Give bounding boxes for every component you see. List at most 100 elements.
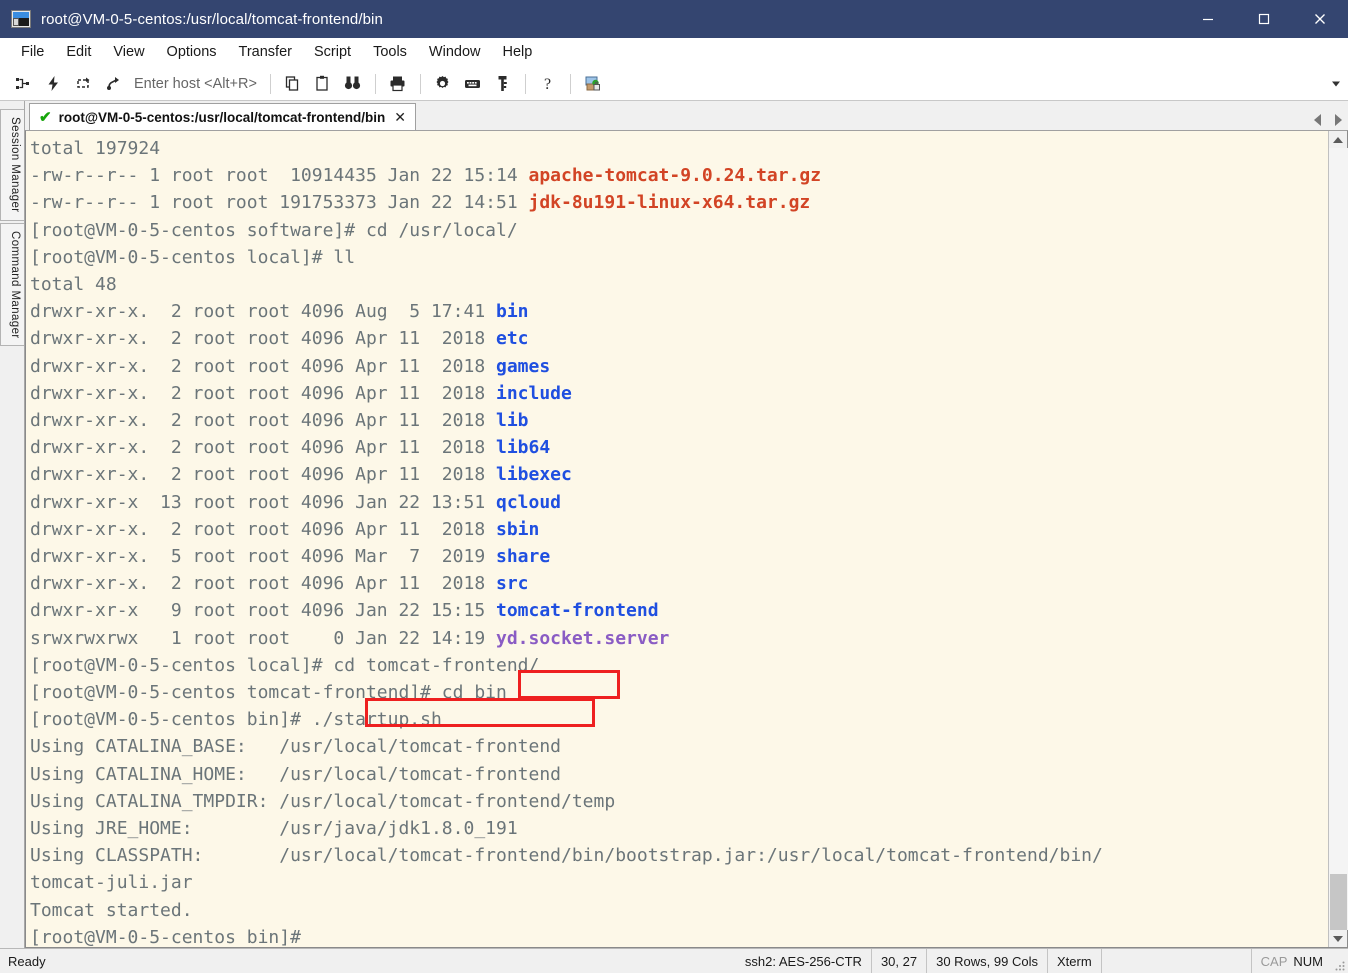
terminal-text: [root@VM-0-5-centos bin]# bbox=[30, 926, 301, 947]
key-icon[interactable] bbox=[488, 69, 518, 99]
sidebar-item-command-manager[interactable]: Command Manager bbox=[0, 222, 24, 347]
terminal-text: lib bbox=[496, 410, 529, 432]
terminal-text: apache-tomcat-9.0.24.tar.gz bbox=[528, 165, 822, 187]
session-options-icon[interactable] bbox=[578, 69, 608, 99]
menu-view[interactable]: View bbox=[102, 42, 155, 63]
menu-edit[interactable]: Edit bbox=[55, 42, 102, 63]
terminal-text: yd.socket.server bbox=[496, 627, 670, 649]
connect-icon[interactable] bbox=[8, 69, 38, 99]
maximize-button[interactable] bbox=[1236, 0, 1292, 38]
terminal-scrollbar[interactable] bbox=[1328, 131, 1348, 947]
menu-tools[interactable]: Tools bbox=[362, 42, 418, 63]
terminal-line: -rw-r--r-- 1 root root 10914435 Jan 22 1… bbox=[30, 162, 1328, 189]
quick-connect-icon[interactable] bbox=[38, 69, 68, 99]
terminal-line: Tomcat started. bbox=[30, 897, 1328, 924]
menu-options[interactable]: Options bbox=[156, 42, 228, 63]
menu-file[interactable]: File bbox=[10, 42, 55, 63]
terminal-text: -rw-r--r-- 1 root root 191753373 Jan 22 … bbox=[30, 192, 529, 214]
host-entry-input[interactable]: Enter host <Alt+R> bbox=[134, 76, 257, 92]
terminal-line: drwxr-xr-x 13 root root 4096 Jan 22 13:5… bbox=[30, 489, 1328, 516]
terminal-line: drwxr-xr-x. 2 root root 4096 Apr 11 2018… bbox=[30, 325, 1328, 352]
terminal-line: Using CATALINA_TMPDIR: /usr/local/tomcat… bbox=[30, 788, 1328, 815]
terminal-line: drwxr-xr-x. 2 root root 4096 Apr 11 2018… bbox=[30, 353, 1328, 380]
terminal-text: drwxr-xr-x. 2 root root 4096 Apr 11 2018 bbox=[30, 437, 496, 459]
terminal-text: drwxr-xr-x. 2 root root 4096 Aug 5 17:41 bbox=[30, 301, 496, 323]
status-num-lock: NUM bbox=[1293, 953, 1323, 969]
find-icon[interactable] bbox=[338, 69, 368, 99]
reconnect-icon[interactable] bbox=[68, 69, 98, 99]
terminal-line: [root@VM-0-5-centos local]# ll bbox=[30, 244, 1328, 271]
terminal-text: drwxr-xr-x 9 root root 4096 Jan 22 15:15 bbox=[30, 600, 496, 622]
settings-icon[interactable] bbox=[428, 69, 458, 99]
terminal-line: Using CATALINA_HOME: /usr/local/tomcat-f… bbox=[30, 761, 1328, 788]
terminal-text: total 197924 bbox=[30, 138, 161, 159]
status-dimensions: 30 Rows, 99 Cols bbox=[927, 948, 1048, 973]
terminal-text: qcloud bbox=[496, 491, 562, 513]
paste-icon[interactable] bbox=[308, 69, 338, 99]
status-caps-lock: CAP bbox=[1260, 953, 1288, 969]
scrollbar-track[interactable] bbox=[1328, 148, 1348, 930]
print-icon[interactable] bbox=[383, 69, 413, 99]
terminal-text: [root@VM-0-5-centos software]# cd /usr/l… bbox=[30, 219, 518, 241]
session-pane: ✔ root@VM-0-5-centos:/usr/local/tomcat-f… bbox=[24, 101, 1348, 948]
terminal-text: src bbox=[496, 573, 529, 595]
terminal-text: drwxr-xr-x. 2 root root 4096 Apr 11 2018 bbox=[30, 355, 496, 377]
session-tab-strip: ✔ root@VM-0-5-centos:/usr/local/tomcat-f… bbox=[25, 101, 1348, 130]
terminal-text: Using CATALINA_HOME: /usr/local/tomcat-f… bbox=[30, 763, 562, 785]
minimize-button[interactable] bbox=[1180, 0, 1236, 38]
terminal-text: [root@VM-0-5-centos tomcat-frontend]# cd… bbox=[30, 682, 507, 704]
keymap-icon[interactable] bbox=[458, 69, 488, 99]
sidebar-item-session-manager[interactable]: Session Manager bbox=[0, 109, 24, 221]
terminal-line: [root@VM-0-5-centos bin]# ./startup.sh bbox=[30, 706, 1328, 733]
toolbar-separator bbox=[374, 73, 376, 94]
terminal-text: tomcat-juli.jar bbox=[30, 872, 193, 894]
terminal-line: drwxr-xr-x 9 root root 4096 Jan 22 15:15… bbox=[30, 597, 1328, 624]
toolbar: Enter host <Alt+R> ? bbox=[0, 67, 1348, 101]
terminal-text: [root@VM-0-5-centos local]# ll bbox=[30, 246, 356, 268]
status-emulation: Xterm bbox=[1048, 948, 1102, 973]
terminal-text: drwxr-xr-x 13 root root 4096 Jan 22 13:5… bbox=[30, 491, 496, 513]
terminal-text: -rw-r--r-- 1 root root 10914435 Jan 22 1… bbox=[30, 165, 529, 187]
terminal-line: total 197924 bbox=[30, 135, 1328, 162]
terminal-text: etc bbox=[496, 328, 529, 350]
toolbar-overflow-chevron-down-icon[interactable] bbox=[1332, 81, 1340, 86]
resize-grip-icon[interactable] bbox=[1332, 949, 1348, 973]
scrollbar-thumb[interactable] bbox=[1329, 874, 1347, 930]
menu-script[interactable]: Script bbox=[303, 42, 362, 63]
menu-bar: File Edit View Options Transfer Script T… bbox=[0, 38, 1348, 67]
copy-icon[interactable] bbox=[278, 69, 308, 99]
menu-transfer[interactable]: Transfer bbox=[228, 42, 303, 63]
terminal-text: [root@VM-0-5-centos local]# cd tomcat-fr… bbox=[30, 654, 540, 676]
terminal-text: lib64 bbox=[496, 437, 551, 459]
next-tab-arrow-icon[interactable] bbox=[1335, 114, 1342, 126]
scroll-up-button[interactable] bbox=[1329, 131, 1348, 148]
securecrt-window: root@VM-0-5-centos:/usr/local/tomcat-fro… bbox=[0, 0, 1348, 973]
terminal-text: jdk-8u191-linux-x64.tar.gz bbox=[528, 192, 811, 214]
terminal-text: Using CATALINA_TMPDIR: /usr/local/tomcat… bbox=[30, 790, 616, 812]
terminal-line: drwxr-xr-x. 2 root root 4096 Apr 11 2018… bbox=[30, 407, 1328, 434]
terminal-line: drwxr-xr-x. 2 root root 4096 Apr 11 2018… bbox=[30, 570, 1328, 597]
terminal-line: total 48 bbox=[30, 271, 1328, 298]
menu-window[interactable]: Window bbox=[418, 42, 492, 63]
terminal-text: Tomcat started. bbox=[30, 899, 193, 921]
terminal-text: total 48 bbox=[30, 274, 117, 296]
status-bar: Ready ssh2: AES-256-CTR 30, 27 30 Rows, … bbox=[0, 948, 1348, 973]
terminal-line: tomcat-juli.jar bbox=[30, 869, 1328, 896]
status-encryption: ssh2: AES-256-CTR bbox=[736, 948, 872, 973]
menu-help[interactable]: Help bbox=[492, 42, 544, 63]
main-body: Session Manager Command Manager ✔ root@V… bbox=[0, 101, 1348, 948]
session-tab-close-icon[interactable]: ✕ bbox=[392, 110, 406, 124]
terminal-text: share bbox=[496, 546, 551, 568]
terminal-text: drwxr-xr-x. 2 root root 4096 Apr 11 2018 bbox=[30, 382, 496, 404]
connected-check-icon: ✔ bbox=[39, 108, 52, 126]
reconnect-all-icon[interactable] bbox=[98, 69, 128, 99]
help-icon[interactable]: ? bbox=[533, 69, 563, 99]
terminal-output[interactable]: total 197924 -rw-r--r-- 1 root root 10914… bbox=[26, 131, 1328, 947]
terminal-line: [root@VM-0-5-centos software]# cd /usr/l… bbox=[30, 217, 1328, 244]
scroll-down-button[interactable] bbox=[1329, 930, 1348, 947]
terminal-line: drwxr-xr-x. 2 root root 4096 Apr 11 2018… bbox=[30, 380, 1328, 407]
close-button[interactable] bbox=[1292, 0, 1348, 38]
terminal-line: drwxr-xr-x. 5 root root 4096 Mar 7 2019 … bbox=[30, 543, 1328, 570]
session-tab[interactable]: ✔ root@VM-0-5-centos:/usr/local/tomcat-f… bbox=[29, 103, 416, 130]
previous-tab-arrow-icon[interactable] bbox=[1314, 114, 1321, 126]
